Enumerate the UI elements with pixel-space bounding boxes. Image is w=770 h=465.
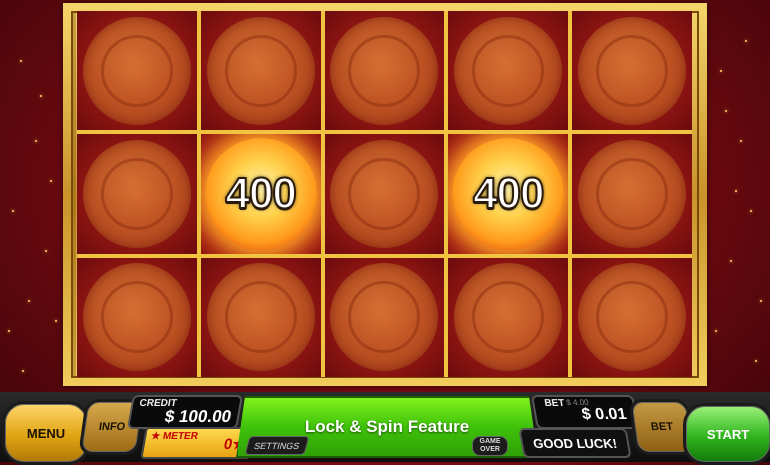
sparkle	[745, 40, 747, 42]
sparkle	[22, 370, 24, 372]
sparkle	[28, 300, 30, 302]
reel-cell	[448, 11, 569, 131]
sparkle	[720, 70, 722, 72]
faded-coin-icon	[330, 139, 439, 248]
sparkle	[715, 330, 717, 332]
reel-cell	[572, 134, 692, 254]
sparkle	[35, 140, 37, 142]
message-text: GOOD LUCK!	[531, 436, 619, 451]
reel-cell	[324, 257, 445, 377]
reel-cell-bonus-coin: 400	[448, 134, 569, 254]
reel-cell	[77, 11, 197, 131]
reel-cell	[324, 134, 445, 254]
faded-coin-icon	[82, 16, 191, 125]
settings-button[interactable]: SETTINGS	[244, 436, 310, 455]
faded-coin-icon	[206, 16, 315, 125]
faded-coin-icon	[454, 16, 563, 125]
reel-cell	[200, 11, 321, 131]
faded-coin-icon	[82, 263, 191, 372]
reel-grid: 400 400	[77, 11, 692, 377]
game-over-label: GAME OVER	[480, 438, 501, 454]
sparkle	[55, 320, 57, 322]
info-label: INFO	[98, 421, 126, 433]
bet-label: BET	[543, 398, 566, 409]
credit-value: $ 100.00	[163, 407, 233, 426]
reel-cell	[572, 11, 692, 131]
sparkle	[20, 60, 22, 62]
settings-label: SETTINGS	[253, 440, 301, 451]
sparkle	[740, 140, 742, 142]
menu-button[interactable]: MENU	[2, 401, 90, 465]
reel-cell	[200, 257, 321, 377]
sparkle	[725, 110, 727, 112]
faded-coin-icon	[206, 263, 315, 372]
sparkle	[8, 330, 10, 332]
faded-coin-icon	[454, 263, 563, 372]
reel-cell	[77, 257, 197, 377]
bet-value: $ 0.01	[580, 406, 628, 423]
game-over-line1: GAME	[479, 438, 501, 445]
game-over-button[interactable]: GAME OVER	[472, 436, 508, 456]
feature-text: Lock & Spin Feature	[304, 417, 470, 436]
bet-display: BET $ 4.00 $ 0.01	[531, 395, 639, 429]
start-button[interactable]: START	[683, 403, 770, 465]
sparkle	[735, 190, 737, 192]
meter-label: ★ METER	[150, 431, 199, 442]
sparkle	[755, 360, 757, 362]
sparkle	[760, 300, 762, 302]
message-display: GOOD LUCK!	[518, 428, 632, 458]
coin-value: 400	[472, 168, 545, 219]
sparkle	[750, 210, 752, 212]
sparkle	[45, 250, 47, 252]
credit-display: CREDIT $ 100.00	[127, 395, 243, 429]
faded-coin-icon	[578, 263, 687, 372]
faded-coin-icon	[578, 16, 687, 125]
reel-cell	[77, 134, 197, 254]
reel-cell-bonus-coin: 400	[200, 134, 321, 254]
sparkle	[730, 260, 732, 262]
faded-coin-icon	[330, 16, 439, 125]
coin-value: 400	[224, 168, 297, 219]
sparkle	[50, 180, 52, 182]
faded-coin-icon	[330, 263, 439, 372]
reel-cell	[572, 257, 692, 377]
game-over-line2: OVER	[480, 446, 500, 453]
faded-coin-icon	[578, 139, 687, 248]
bet-button-label: BET	[650, 421, 674, 433]
reel-cell	[448, 257, 569, 377]
sparkle	[12, 210, 14, 212]
faded-coin-icon	[82, 139, 191, 248]
reel-cell	[324, 11, 445, 131]
sparkle	[40, 95, 42, 97]
